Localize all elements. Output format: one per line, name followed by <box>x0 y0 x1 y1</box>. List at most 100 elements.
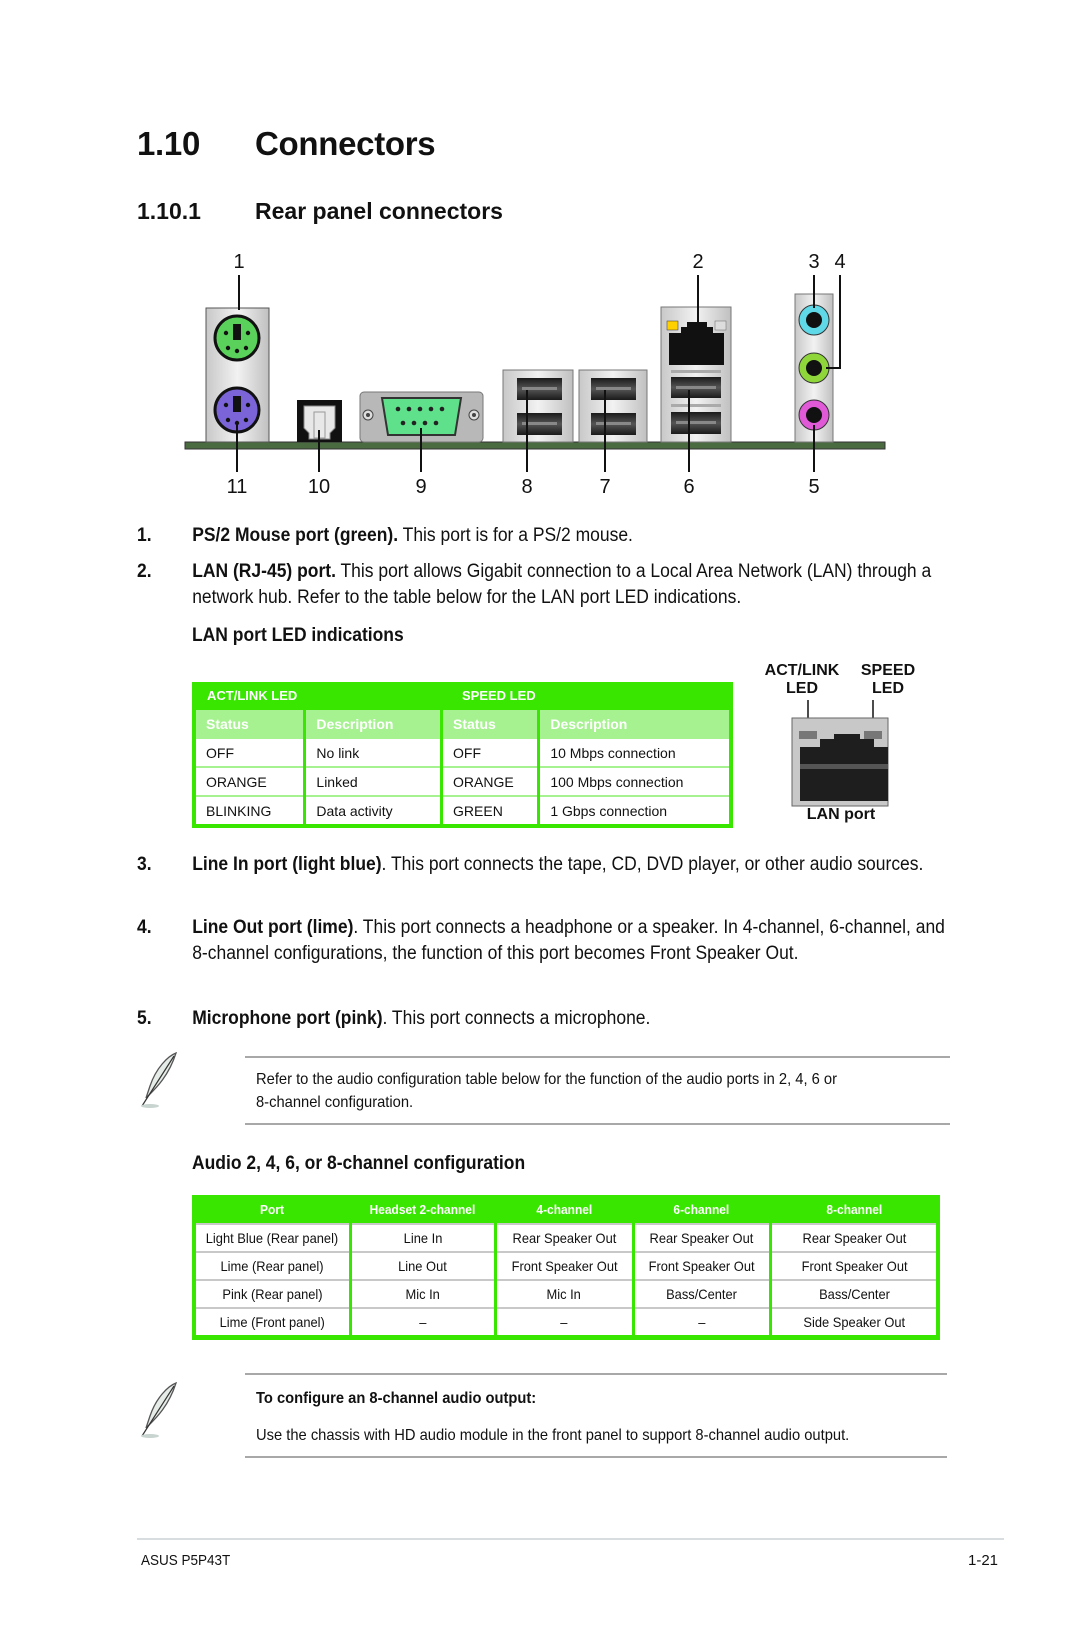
footer-rule <box>137 1538 1004 1540</box>
list-number: 2. <box>137 561 152 582</box>
speed-label: SPEED LED <box>858 662 918 698</box>
table-row: ORANGE Linked ORANGE 100 Mbps connection <box>196 766 729 795</box>
act-link-text: ACT/LINK <box>764 662 840 679</box>
cell: OFF <box>443 737 538 766</box>
note-text-line-2: 8-channel configuration. <box>256 1094 414 1111</box>
list-number: 5. <box>137 1008 152 1029</box>
list-number: 4. <box>137 917 152 938</box>
cell-text: Line In <box>403 1230 443 1246</box>
table-row: OFF No link OFF 10 Mbps connection <box>196 737 729 766</box>
table-row: Light Blue (Rear panel) Line In Rear Spe… <box>196 1223 936 1251</box>
callout-3: 3 <box>808 251 820 273</box>
rear-panel-diagram: 1 2 3 4 11 10 9 8 7 6 5 <box>0 0 1080 510</box>
col-8ch-label: 8-channel <box>826 1201 882 1217</box>
cell: Lime (Rear panel) <box>196 1251 349 1279</box>
table-row: BLINKING Data activity GREEN 1 Gbps conn… <box>196 795 729 824</box>
cell: ORANGE <box>443 766 538 795</box>
cell-text: Pink (Rear panel) <box>222 1286 323 1302</box>
note-text-line-1: Refer to the audio configuration table b… <box>256 1071 837 1088</box>
rear-panel-illustration <box>184 275 886 472</box>
cell: – <box>634 1307 770 1335</box>
table-row: Lime (Front panel) – – – Side Speaker Ou… <box>196 1307 936 1335</box>
ps2-ports <box>205 307 270 443</box>
callout-6: 6 <box>683 476 695 498</box>
cell-text: Front Speaker Out <box>511 1258 618 1274</box>
col-6ch: 6-channel <box>635 1195 770 1223</box>
act-link-label: ACT/LINK LED <box>762 662 842 698</box>
cell: 10 Mbps connection <box>540 737 729 766</box>
callout-8: 8 <box>521 476 533 498</box>
cell: ORANGE <box>196 766 304 795</box>
cell-text: Side Speaker Out <box>803 1314 905 1330</box>
cell: Pink (Rear panel) <box>196 1279 349 1307</box>
cell: Bass/Center <box>634 1279 770 1307</box>
cell-text: Rear Speaker Out <box>649 1230 754 1246</box>
col-description: Description <box>306 710 441 737</box>
usb-ports-7 <box>578 369 648 443</box>
cell: No link <box>306 737 441 766</box>
callout-10: 10 <box>307 476 331 498</box>
callout-7: 7 <box>599 476 611 498</box>
motherboard-edge <box>184 441 886 450</box>
cell: Lime (Front panel) <box>196 1307 349 1335</box>
callout-5: 5 <box>808 476 820 498</box>
lan-led-heading: LAN port LED indications <box>192 625 404 646</box>
lan-port-icon <box>791 700 889 807</box>
list-number: 3. <box>137 854 152 875</box>
cell: Line Out <box>351 1251 494 1279</box>
cell-text: Rear Speaker Out <box>512 1230 617 1246</box>
col-2ch-label: Headset 2-channel <box>370 1201 476 1217</box>
speed-led-text: LED <box>872 680 904 697</box>
act-link-led-text: LED <box>786 680 818 697</box>
group-speed: SPEED LED <box>462 688 536 703</box>
callout-1: 1 <box>233 251 245 273</box>
col-2ch: Headset 2-channel <box>352 1195 494 1223</box>
col-port-label: Port <box>260 1201 285 1217</box>
col-4ch-label: 4-channel <box>536 1201 593 1217</box>
col-4ch: 4-channel <box>497 1195 632 1223</box>
callout-11: 11 <box>226 476 248 498</box>
note-feather-icon <box>141 1381 178 1438</box>
footer-product: ASUS P5P43T <box>141 1552 231 1569</box>
note-top-rule <box>245 1056 950 1058</box>
cell: BLINKING <box>196 795 304 824</box>
col-8ch: 8-channel <box>772 1195 936 1223</box>
note-feather-icon <box>141 1051 178 1108</box>
footer-page-number: 1-21 <box>968 1552 999 1569</box>
cell: Rear Speaker Out <box>772 1223 936 1251</box>
note-text: Use the chassis with HD audio module in … <box>256 1427 850 1444</box>
table-row: Lime (Rear panel) Line Out Front Speaker… <box>196 1251 936 1279</box>
item-title: Line Out port (lime) <box>192 917 354 938</box>
cell-text: Mic In <box>405 1286 441 1302</box>
cell-text: Bass/Center <box>818 1286 890 1302</box>
cell-text: – <box>560 1314 568 1330</box>
audio-config-table: Port Headset 2-channel 4-channel 6-chann… <box>192 1195 940 1340</box>
note-bottom-rule <box>245 1123 950 1125</box>
cell: GREEN <box>443 795 538 824</box>
cell-text: Lime (Rear panel) <box>220 1258 324 1274</box>
group-act-link: ACT/LINK LED <box>207 688 298 703</box>
cell-text: Front Speaker Out <box>648 1258 755 1274</box>
callout-9: 9 <box>415 476 427 498</box>
usb-ports-8 <box>502 369 574 443</box>
cell-text: Mic In <box>546 1286 582 1302</box>
speed-text: SPEED <box>860 662 916 679</box>
lan-port-caption: LAN port <box>806 806 876 823</box>
item-text: . This port connects the tape, CD, DVD p… <box>381 854 924 875</box>
audio-config-heading: Audio 2, 4, 6, or 8-channel configuratio… <box>192 1153 526 1174</box>
cell: Line In <box>351 1223 494 1251</box>
lan-usb-ports <box>660 306 732 443</box>
cell: Light Blue (Rear panel) <box>196 1223 349 1251</box>
callout-2: 2 <box>692 251 704 273</box>
cell: – <box>351 1307 494 1335</box>
cell-text: Rear Speaker Out <box>802 1230 906 1246</box>
note-bottom-rule <box>245 1456 947 1458</box>
item-text: . This port connects a microphone. <box>382 1008 651 1029</box>
note-top-rule <box>245 1373 947 1375</box>
cell-text: – <box>419 1314 427 1330</box>
cell: Bass/Center <box>772 1279 936 1307</box>
cell: Side Speaker Out <box>772 1307 936 1335</box>
item-title: Line In port (light blue) <box>192 854 382 875</box>
col-status: Status <box>443 710 538 737</box>
cell: Front Speaker Out <box>634 1251 770 1279</box>
